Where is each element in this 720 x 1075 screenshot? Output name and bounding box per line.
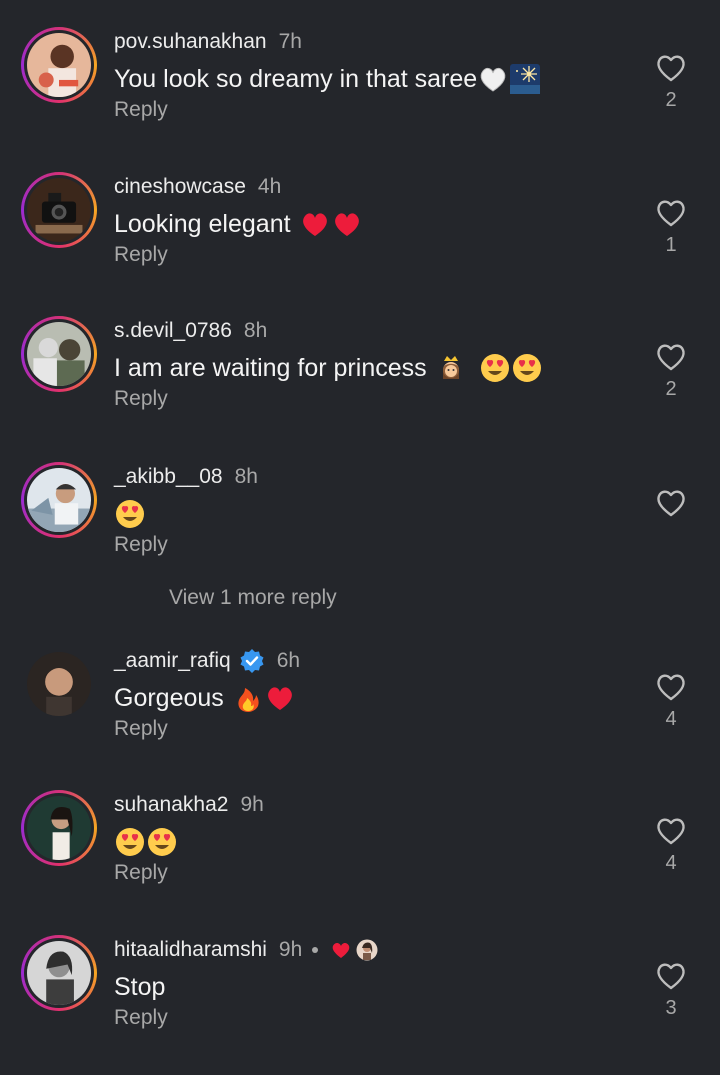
avatar-image xyxy=(27,322,91,386)
red-heart-icon xyxy=(299,208,331,240)
comment-item: cineshowcase 4h Looking elegant Reply 1 xyxy=(0,172,720,312)
reply-button[interactable]: Reply xyxy=(114,1005,168,1031)
comment-body: I am are waiting for princess xyxy=(114,354,427,382)
avatar[interactable] xyxy=(21,27,97,103)
avatar-image xyxy=(27,941,91,1005)
comment-text xyxy=(114,498,146,530)
comment-time: 9h xyxy=(278,938,303,961)
comment-item: pov.suhanakhan 7h You look so dreamy in … xyxy=(0,27,720,167)
reply-button[interactable]: Reply xyxy=(114,97,168,123)
comment-meta: s.devil_0786 8h xyxy=(114,318,267,344)
comment-meta: suhanakha2 9h xyxy=(114,792,264,818)
comment-time: 8h xyxy=(234,465,258,488)
comment-text: Gorgeous xyxy=(114,682,296,714)
heart-eyes-icon xyxy=(114,826,146,858)
comment-time: 4h xyxy=(257,175,282,198)
reply-button[interactable]: Reply xyxy=(114,532,168,558)
like-count: 4 xyxy=(665,852,677,874)
comment-username[interactable]: cineshowcase xyxy=(114,174,246,200)
comment-time: 8h xyxy=(243,319,268,342)
like-heart-icon[interactable] xyxy=(654,814,688,848)
like-heart-icon[interactable] xyxy=(654,51,688,85)
avatar-image xyxy=(27,178,91,242)
like-count: 2 xyxy=(665,378,677,400)
comment-body: Gorgeous xyxy=(114,684,224,712)
comment-username[interactable]: _akibb__08 xyxy=(114,464,223,490)
avatar[interactable] xyxy=(21,935,97,1011)
red-heart-icon xyxy=(331,208,363,240)
comment-username[interactable]: s.devil_0786 xyxy=(114,318,232,344)
like-heart-icon[interactable] xyxy=(654,196,688,230)
comment-meta: _aamir_rafiq 6h xyxy=(114,648,300,674)
like-heart-icon[interactable] xyxy=(654,486,688,520)
heart-eyes-icon xyxy=(114,498,146,530)
like-count: 4 xyxy=(665,708,677,730)
like-count: 2 xyxy=(665,89,677,111)
comment-text: I am are waiting for princess xyxy=(114,352,543,384)
comment-text: You look so dreamy in that saree xyxy=(114,63,541,95)
avatar-image xyxy=(27,652,91,716)
comment-username[interactable]: suhanakha2 xyxy=(114,792,228,818)
like-heart-icon[interactable] xyxy=(654,959,688,993)
comment-meta: pov.suhanakhan 7h xyxy=(114,29,302,55)
princess-crown-icon xyxy=(435,352,467,384)
comment-item: s.devil_0786 8h I am are waiting for pri… xyxy=(0,316,720,456)
creator-liked-heart-icon xyxy=(330,939,352,961)
comment-meta: cineshowcase 4h xyxy=(114,174,281,200)
comment-text: Stop xyxy=(114,971,165,1003)
avatar[interactable] xyxy=(21,790,97,866)
reply-button[interactable]: Reply xyxy=(114,242,168,268)
comment-time: 6h xyxy=(276,649,301,672)
fire-icon xyxy=(232,682,264,714)
verified-badge-icon xyxy=(239,648,265,674)
avatar[interactable] xyxy=(21,172,97,248)
heart-eyes-icon xyxy=(146,826,178,858)
reply-button[interactable]: Reply xyxy=(114,716,168,742)
comment-text xyxy=(114,826,178,858)
heart-eyes-icon xyxy=(479,352,511,384)
red-heart-icon xyxy=(264,682,296,714)
white-heart-icon xyxy=(477,63,509,95)
comment-meta: hitaalidharamshi 9h xyxy=(114,937,378,963)
avatar-image xyxy=(27,796,91,860)
comment-username[interactable]: pov.suhanakhan xyxy=(114,29,267,55)
reply-button[interactable]: Reply xyxy=(114,860,168,886)
avatar-image xyxy=(27,468,91,532)
comment-item: hitaalidharamshi 9h Stop Reply 3 xyxy=(0,935,720,1075)
avatar[interactable] xyxy=(21,462,97,538)
comment-body: You look so dreamy in that saree xyxy=(114,65,478,93)
reply-button[interactable]: Reply xyxy=(114,386,168,412)
comment-username[interactable]: _aamir_rafiq xyxy=(114,648,231,674)
like-heart-icon[interactable] xyxy=(654,670,688,704)
comment-time: 9h xyxy=(240,793,264,816)
comment-username[interactable]: hitaalidharamshi xyxy=(114,937,267,963)
separator-dot xyxy=(312,947,319,953)
comment-text: Looking elegant xyxy=(114,208,363,240)
avatar-image xyxy=(27,33,91,97)
comment-item: _aamir_rafiq 6h Gorgeous Reply 4 xyxy=(0,646,720,786)
like-heart-icon[interactable] xyxy=(654,340,688,374)
comment-time: 7h xyxy=(278,30,302,53)
like-count: 3 xyxy=(665,997,677,1019)
avatar[interactable] xyxy=(21,646,97,722)
view-more-replies-button[interactable]: View 1 more reply xyxy=(169,586,337,610)
comment-meta: _akibb__08 8h xyxy=(114,464,258,490)
comment-body: Looking elegant xyxy=(114,210,291,238)
comment-item: suhanakha2 9h Reply 4 xyxy=(0,790,720,930)
creator-avatar-icon xyxy=(356,939,378,961)
heart-eyes-icon xyxy=(511,352,543,384)
comment-item: _akibb__08 8h Reply xyxy=(0,462,720,602)
fireworks-icon xyxy=(509,63,541,95)
like-count: 1 xyxy=(665,234,677,256)
avatar[interactable] xyxy=(21,316,97,392)
comment-body: Stop xyxy=(114,973,166,1001)
